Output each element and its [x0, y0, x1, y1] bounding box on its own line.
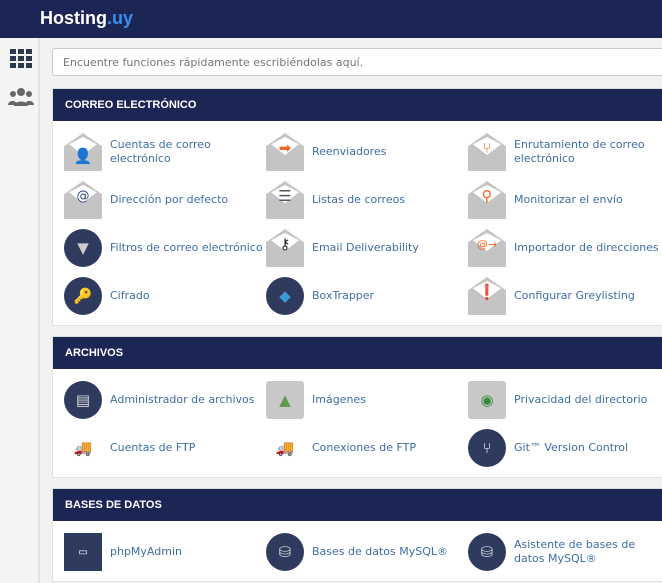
feature-label: Cifrado	[110, 289, 150, 302]
feature-link[interactable]: ⛁ Asistente de bases de datos MySQL®	[468, 530, 662, 574]
database-icon: ⛁	[266, 533, 304, 571]
feature-label: Cuentas de correo electrónico	[110, 138, 211, 165]
feature-label: Email Deliverability	[312, 241, 419, 254]
feature-link[interactable]: ☰ Listas de correos	[266, 178, 466, 222]
section-0: CORREO ELECTRÓNICO 👤 Cuentas de correo ele…	[52, 88, 662, 326]
feature-link[interactable]: ▤ Administrador de archivos	[64, 378, 264, 422]
section-2: BASES DE DATOS ▭ phpMyAdmin ⛁ Bases de datos…	[52, 488, 662, 582]
brand-logo[interactable]: Hosting.uy	[40, 8, 133, 29]
key-icon: 🔑	[64, 277, 102, 315]
feature-link[interactable]: ⑂ Git™ Version Control	[468, 426, 662, 470]
feature-label: Conexiones de FTP	[312, 441, 416, 454]
feature-label: Monitorizar el envío	[514, 193, 623, 206]
envelope-alert-icon: ❗	[468, 277, 506, 315]
feature-link[interactable]: ❗ Configurar Greylisting	[468, 274, 662, 318]
truck-user-icon: 🚚	[73, 439, 93, 457]
envelope-list-icon: ☰	[266, 181, 304, 219]
feature-link[interactable]: 🚚 Cuentas de FTP	[64, 426, 264, 470]
search-input[interactable]	[52, 48, 662, 76]
feature-label: Importador de direcciones	[514, 241, 659, 254]
feature-link[interactable]: @→ Importador de direcciones	[468, 226, 662, 270]
section-title: BASES DE DATOS	[53, 489, 662, 521]
brand-suffix: .uy	[107, 8, 134, 28]
feature-label: Bases de datos MySQL®	[312, 545, 449, 558]
feature-label: Dirección por defecto	[110, 193, 229, 206]
feature-link[interactable]: 👤 Cuentas de correo electrónico	[64, 130, 264, 174]
feature-label: Imágenes	[312, 393, 366, 406]
envelope-at-icon: @	[64, 181, 102, 219]
feature-label: phpMyAdmin	[110, 545, 182, 558]
grid-icon[interactable]	[8, 48, 34, 70]
feature-link[interactable]: ◉ Privacidad del directorio	[468, 378, 662, 422]
feature-link[interactable]: ⛁ Bases de datos MySQL®	[266, 530, 466, 574]
feature-label: BoxTrapper	[312, 289, 375, 302]
image-icon: ▲	[266, 381, 304, 419]
feature-label: Reenviadores	[312, 145, 387, 158]
database-wizard-icon: ⛁	[468, 533, 506, 571]
envelope-import-icon: @→	[468, 229, 506, 267]
feature-link[interactable]: 🚚 Conexiones de FTP	[266, 426, 466, 470]
boxtrapper-icon: ◆	[266, 277, 304, 315]
folder-eye-icon: ◉	[468, 381, 506, 419]
envelope-key-icon: ⚷	[266, 229, 304, 267]
feature-label: Privacidad del directorio	[514, 393, 648, 406]
section-title: CORREO ELECTRÓNICO	[53, 89, 662, 121]
feature-link[interactable]: ▭ phpMyAdmin	[64, 530, 264, 574]
feature-link[interactable]: @ Dirección por defecto	[64, 178, 264, 222]
feature-label: Listas de correos	[312, 193, 406, 206]
envelope-user-icon: 👤	[64, 133, 102, 171]
feature-link[interactable]: 🔑 Cifrado	[64, 274, 264, 318]
envelope-arrow-icon: ➡	[266, 133, 304, 171]
brand-name: Hosting	[40, 8, 107, 28]
feature-label: Asistente de bases de datos MySQL®	[514, 538, 636, 565]
section-title: ARCHIVOS	[53, 337, 662, 369]
git-icon: ⑂	[468, 429, 506, 467]
feature-label: Cuentas de FTP	[110, 441, 196, 454]
envelope-monitor-icon: ⚲	[468, 181, 506, 219]
file-cabinet-icon: ▤	[64, 381, 102, 419]
feature-link[interactable]: ⚷ Email Deliverability	[266, 226, 466, 270]
users-icon[interactable]	[8, 86, 34, 108]
sidebar	[0, 38, 40, 583]
phpmyadmin-icon: ▭	[64, 533, 102, 571]
feature-label: Filtros de correo electrónico	[110, 241, 263, 254]
envelope-route-icon: ⑂	[468, 133, 506, 171]
feature-label: Git™ Version Control	[514, 441, 629, 454]
feature-link[interactable]: ⚲ Monitorizar el envío	[468, 178, 662, 222]
section-1: ARCHIVOS ▤ Administrador de archivos ▲ Imáge…	[52, 336, 662, 478]
feature-link[interactable]: ▼ Filtros de correo electrónico	[64, 226, 264, 270]
feature-label: Configurar Greylisting	[514, 289, 635, 302]
feature-link[interactable]: ➡ Reenviadores	[266, 130, 466, 174]
feature-link[interactable]: ▲ Imágenes	[266, 378, 466, 422]
truck-network-icon: 🚚	[275, 439, 295, 457]
feature-link[interactable]: ⑂ Enrutamiento de correo electrónico	[468, 130, 662, 174]
top-bar: Hosting.uy	[0, 0, 662, 38]
funnel-icon: ▼	[64, 229, 102, 267]
feature-link[interactable]: ◆ BoxTrapper	[266, 274, 466, 318]
feature-label: Administrador de archivos	[110, 393, 255, 406]
feature-label: Enrutamiento de correo electrónico	[514, 138, 645, 165]
